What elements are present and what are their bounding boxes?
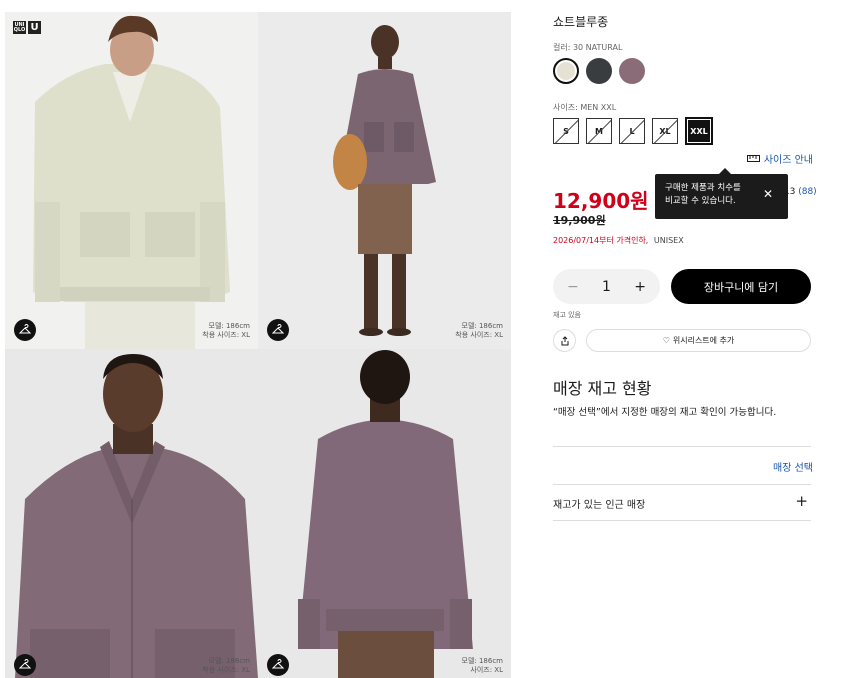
store-select-link[interactable]: 매장 선택 [773,459,813,474]
model-info: 모델: 186cm 착용 사이즈: XL [202,322,250,340]
hanger-icon[interactable] [267,654,289,676]
hanger-icon[interactable] [14,654,36,676]
share-icon [561,335,568,345]
wishlist-button[interactable]: ♡ 위시리스트에 추가 [586,329,811,352]
unavailable-slash [620,119,644,143]
product-gallery: UNI QLO U 모델: 186cm 착용 사이즈: XL 모델: 186cm… [5,12,511,678]
model-height: 모델: 186cm [208,657,251,665]
ruler-icon [746,155,760,162]
plus-button[interactable]: + [634,279,646,295]
heart-icon: ♡ [662,336,670,345]
share-button[interactable] [553,329,576,352]
unavailable-slash [587,119,611,143]
product-photo-full[interactable]: 모델: 186cm 착용 사이즈: XL [258,12,511,349]
product-photo-front[interactable]: UNI QLO U 모델: 186cm 착용 사이즈: XL [5,12,258,349]
unavailable-slash [653,119,677,143]
divider [553,484,811,485]
wishlist-label: 위시리스트에 추가 [672,336,735,345]
model-size: 사이즈: XL [470,666,503,674]
color-label: 컬러: 30 NATURAL [553,43,623,52]
color-swatch-purple[interactable] [619,58,645,84]
divider [553,446,811,447]
product-photo-back[interactable]: 모델: 186cm 사이즈: XL [258,349,511,678]
tooltip-arrow [719,168,731,174]
quantity-value: 1 [602,278,611,295]
divider [553,520,811,521]
color-swatch-dark-gray[interactable] [586,58,612,84]
minus-button[interactable]: − [567,279,579,295]
model-height: 모델: 186cm [461,322,504,330]
stock-status: 재고 있음 [553,311,581,319]
size-option-m[interactable]: M [586,118,612,144]
model-info: 모델: 186cm 사이즈: XL [462,657,504,675]
size-compare-tooltip: 구매한 제품과 치수를 비교할 수 있습니다. ✕ [655,168,788,219]
hanger-icon[interactable] [267,319,289,341]
price-drop-notice: 2026/07/14부터 가격인하, [553,236,649,245]
model-size: 착용 사이즈: XL [202,666,250,674]
size-option-l[interactable]: L [619,118,645,144]
expand-plus-icon[interactable]: + [795,492,808,510]
model-photo-natural-jacket [5,12,258,349]
quantity-stepper: − 1 + [553,269,660,304]
size-guide-label: 사이즈 안내 [763,155,813,166]
model-info: 모델: 186cm 착용 사이즈: XL [202,657,250,675]
gender-tag: UNISEX [653,236,684,245]
size-text: XXL [690,126,708,136]
model-info: 모델: 186cm 착용 사이즈: XL [455,322,503,340]
size-option-s[interactable]: S [553,118,579,144]
size-label: 사이즈: MEN XXL [553,103,617,112]
logo-text: UNI QLO [13,21,26,34]
product-title: 쇼트블루종 [553,15,609,29]
nearby-stores-label[interactable]: 재고가 있는 인근 매장 [553,496,645,511]
unavailable-slash [554,119,578,143]
tooltip-line2: 비교할 수 있습니다. [665,196,736,206]
model-photo-back [258,349,511,678]
size-option-xl[interactable]: XL [652,118,678,144]
color-swatch-natural[interactable] [553,58,579,84]
tooltip-line1: 구매한 제품과 치수를 [665,183,741,193]
hanger-icon[interactable] [14,319,36,341]
size-option-xxl[interactable]: XXL [685,117,713,145]
add-to-cart-button[interactable]: 장바구니에 담기 [671,269,811,304]
model-height: 모델: 186cm [461,657,504,665]
sale-price: 12,900원 [553,189,649,213]
model-height: 모델: 186cm [208,322,251,330]
original-price: 19,900원 [553,214,606,227]
uniqlo-logo: UNI QLO U [13,21,41,34]
model-size: 착용 사이즈: XL [202,331,250,339]
logo-u: U [28,21,41,34]
size-guide-link[interactable]: 사이즈 안내 [746,151,813,166]
model-size: 착용 사이즈: XL [455,331,503,339]
model-photo-purple-jacket [258,12,511,349]
review-count: (88) [798,187,817,197]
price-notice: 2026/07/14부터 가격인하, UNISEX [553,235,684,246]
model-photo-closeup [5,349,258,678]
close-icon[interactable]: ✕ [763,188,773,201]
store-stock-description: “매장 선택”에서 지정한 매장의 재고 확인이 가능합니다. [553,407,777,418]
store-stock-title: 매장 재고 현황 [553,379,652,398]
product-photo-closeup[interactable]: 모델: 186cm 착용 사이즈: XL [5,349,258,678]
